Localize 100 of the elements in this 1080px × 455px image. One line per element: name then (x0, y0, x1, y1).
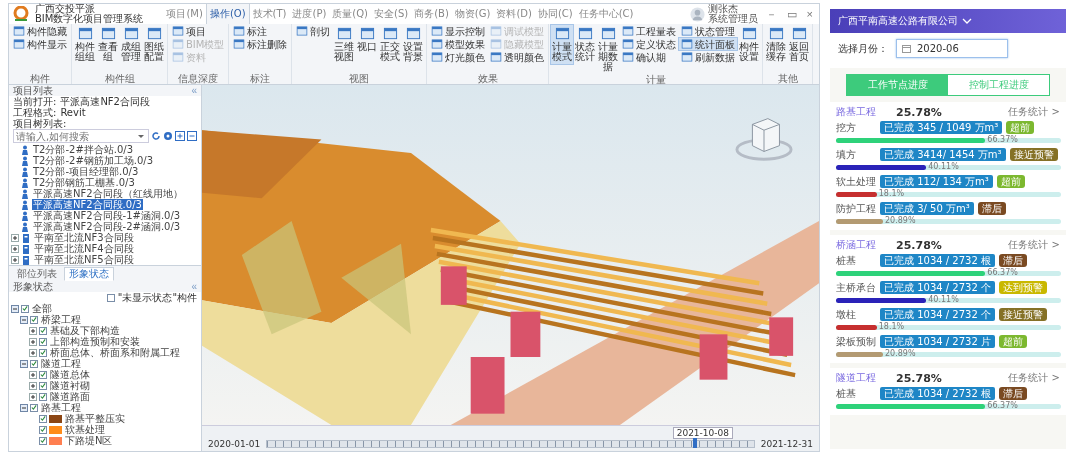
refresh-icon[interactable] (151, 131, 161, 141)
menu-tab[interactable]: 质量(Q) (329, 4, 371, 24)
month-field[interactable]: 2020-06 (896, 39, 1008, 58)
statistics-link[interactable]: 任务统计 > (1008, 238, 1060, 252)
ribbon-button[interactable]: 标注删除 (231, 38, 290, 50)
menu-tab[interactable]: 安全(S) (371, 4, 412, 24)
tree-item[interactable]: 路基工程 (40, 402, 82, 413)
tree-item[interactable]: 下路堤N区 (64, 435, 114, 446)
ribbon-button[interactable]: 构件组组 (74, 25, 96, 64)
tree-item[interactable]: 隧道衬砌 (49, 380, 91, 391)
timeline-thumb[interactable] (693, 438, 698, 448)
expand-icon[interactable] (29, 370, 37, 379)
tree-item[interactable]: T2分部-2#拌合站.0/3 (32, 144, 135, 155)
tree-item[interactable]: 平派高速NF2合同段（红线用地） (32, 188, 184, 199)
collapse-icon[interactable] (20, 315, 28, 324)
ribbon-button[interactable]: 查看组 (97, 25, 119, 64)
checkbox[interactable] (39, 348, 47, 357)
menu-tab[interactable]: 操作(O) (205, 3, 250, 24)
checkbox[interactable] (39, 436, 47, 445)
ribbon-button[interactable]: 设置背景 (402, 25, 425, 64)
ribbon-button[interactable]: 统计面板 (679, 38, 738, 50)
checkbox[interactable] (39, 414, 47, 423)
collapse-icon[interactable] (20, 403, 28, 412)
ribbon-button[interactable]: 刷新数据 (679, 51, 738, 63)
menu-tab[interactable]: 进度(P) (289, 4, 330, 24)
ribbon-button[interactable]: 成组管理 (120, 25, 142, 64)
ribbon-button[interactable]: 剖切 (294, 25, 333, 37)
tree-item[interactable]: 隧道路面 (49, 391, 91, 402)
expand-icon[interactable] (29, 348, 37, 357)
ribbon-button[interactable]: 显示控制 (429, 25, 488, 37)
checkbox[interactable] (39, 425, 47, 434)
expand-icon[interactable] (11, 233, 19, 242)
ribbon-button[interactable]: 正交模式 (379, 25, 402, 64)
checkbox[interactable] (39, 381, 47, 390)
window-control-button[interactable]: － (763, 6, 779, 22)
menu-tab[interactable]: 任务中心(C) (575, 4, 637, 24)
ribbon-button[interactable]: 状态管理 (679, 25, 738, 37)
section-title[interactable]: 路基工程 (836, 105, 876, 119)
chevron-down-icon[interactable] (962, 17, 972, 25)
ribbon-button[interactable]: 视口 (356, 25, 379, 54)
ribbon-button[interactable]: 三维视图 (333, 25, 356, 64)
expand-icon[interactable] (29, 337, 37, 346)
expand-icon[interactable] (11, 255, 19, 264)
ribbon-button[interactable]: 清除缓存 (765, 25, 788, 64)
current-date-field[interactable]: 2021-10-08 (672, 427, 733, 439)
ribbon-button[interactable]: 状态统计 (574, 25, 597, 64)
ribbon-button[interactable]: 模型效果 (429, 38, 488, 50)
checkbox[interactable] (30, 315, 38, 324)
checkbox[interactable] (39, 326, 47, 335)
tree-item[interactable]: 平南至北流NF5合同段 (33, 254, 135, 265)
checkbox[interactable] (39, 370, 47, 379)
panel-tab[interactable]: 形象状态 (64, 267, 114, 281)
tree-item[interactable]: T2分部-2#钢筋加工场.0/3 (32, 155, 155, 166)
tree-item[interactable]: 隧道总体 (49, 369, 91, 380)
search-field[interactable]: 请输入,如何搜索 (13, 129, 149, 143)
ribbon-button[interactable]: 确认期 (620, 51, 679, 63)
ribbon-button[interactable]: 构件设置 (738, 25, 761, 64)
ribbon-button[interactable]: 灯光颜色 (429, 51, 488, 63)
ribbon-button[interactable]: 图纸配置 (143, 25, 165, 64)
ribbon-button[interactable]: 透明颜色 (488, 51, 547, 63)
section-title[interactable]: 桥涵工程 (836, 238, 876, 252)
tree-item[interactable]: 平派高速NF2合同段-2#涵洞.0/3 (32, 221, 182, 232)
tree-item[interactable]: 平南至北流NF3合同段 (33, 232, 135, 243)
checkbox[interactable] (39, 392, 47, 401)
menu-tab[interactable]: 项目(M) (163, 4, 206, 24)
ribbon-button[interactable]: 项目 (170, 25, 227, 37)
expand-icon[interactable] (29, 392, 37, 401)
expand-all-icon[interactable] (175, 131, 185, 141)
panel-tab[interactable]: 部位列表 (12, 267, 62, 281)
tree-item[interactable]: 上部构造预制和安装 (49, 336, 141, 347)
checkbox[interactable] (39, 337, 47, 346)
tree-item[interactable]: T2分部钢筋工棚基.0/3 (32, 177, 136, 188)
tree-item[interactable]: 软基处理 (64, 424, 106, 435)
settings-icon[interactable] (163, 131, 173, 141)
menu-tab[interactable]: 物资(G) (451, 4, 494, 24)
window-control-button[interactable]: × (804, 8, 815, 20)
menu-tab[interactable]: 商务(B) (411, 4, 452, 24)
tree-item[interactable]: T2分部-项目经理部.0/3 (32, 166, 140, 177)
menu-tab[interactable]: 资料(D) (493, 4, 535, 24)
tree-item[interactable]: 路基平整压实 (64, 413, 126, 424)
menu-tab[interactable]: 协同(C) (534, 4, 576, 24)
checkbox[interactable] (21, 304, 29, 313)
statistics-link[interactable]: 任务统计 > (1008, 105, 1060, 119)
tree-item[interactable]: 平派高速NF2合同段.0/3 (32, 199, 143, 210)
collapse-icon[interactable] (11, 304, 19, 313)
menu-tab[interactable]: 技术(T) (249, 4, 290, 24)
window-control-button[interactable]: ▭ (784, 7, 799, 21)
tree-item[interactable]: 平南至北流NF4合同段 (33, 243, 135, 254)
expand-icon[interactable] (11, 244, 19, 253)
tree-item[interactable]: 平派高速NF2合同段-1#涵洞.0/3 (32, 210, 182, 221)
statistics-link[interactable]: 任务统计 > (1008, 371, 1060, 385)
ribbon-button[interactable]: 计量模式 (551, 25, 574, 64)
tree-item[interactable]: 隧道工程 (40, 358, 82, 369)
collapse-icon[interactable] (20, 359, 28, 368)
ribbon-button[interactable]: 构件显示 (11, 38, 69, 50)
expand-icon[interactable] (29, 381, 37, 390)
collapse-all-icon[interactable] (187, 131, 197, 141)
ribbon-button[interactable]: 标注 (231, 25, 290, 37)
tree-item[interactable]: 基础及下部构造 (49, 325, 121, 336)
ribbon-button[interactable]: 工程量表 (620, 25, 679, 37)
